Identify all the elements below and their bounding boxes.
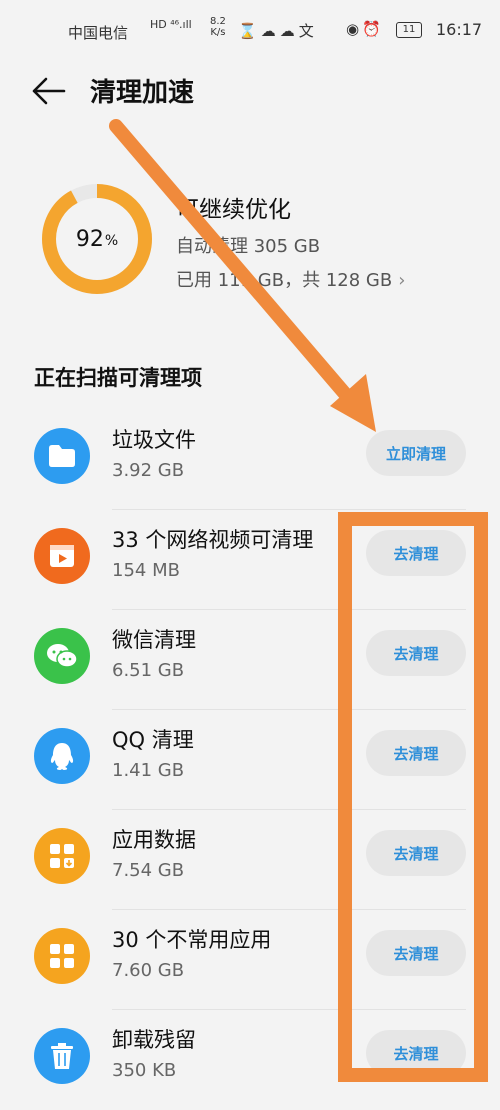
chevron-right-icon: › xyxy=(398,270,406,291)
translate-icon: 文 xyxy=(298,22,318,40)
item-size: 1.41 GB xyxy=(112,760,185,781)
go-clean-button[interactable]: 去清理 xyxy=(366,530,466,576)
cleanup-list: 垃圾文件 3.92 GB 立即清理 33 个网络视频可清理 154 MB 去清理… xyxy=(0,410,500,1110)
item-name: 卸载残留 xyxy=(112,1028,196,1052)
usage-percent: 92 xyxy=(75,226,104,252)
clean-now-button[interactable]: 立即清理 xyxy=(366,430,466,476)
cloud-icon: ☁ xyxy=(260,22,280,40)
carrier-label: 中国电信 xyxy=(68,24,129,42)
storage-usage: 已用 119 GB，共 128 GB › xyxy=(176,266,405,292)
item-size: 7.60 GB xyxy=(112,960,185,981)
alarm-icon: ⏰ xyxy=(362,20,384,38)
network-indicator: HD ⁴⁶.ıll xyxy=(150,18,192,31)
item-name: 应用数据 xyxy=(112,828,196,852)
go-clean-button[interactable]: 去清理 xyxy=(366,730,466,776)
list-item[interactable]: 应用数据 7.54 GB 去清理 xyxy=(0,810,500,910)
qq-icon xyxy=(34,728,90,784)
list-item[interactable]: 垃圾文件 3.92 GB 立即清理 xyxy=(0,410,500,510)
list-item[interactable]: 30 个不常用应用 7.60 GB 去清理 xyxy=(0,910,500,1010)
video-icon xyxy=(34,528,90,584)
wechat-icon xyxy=(34,628,90,684)
apps-grid-icon xyxy=(34,928,90,984)
list-item[interactable]: 微信清理 6.51 GB 去清理 xyxy=(0,610,500,710)
go-clean-button[interactable]: 去清理 xyxy=(366,1030,466,1076)
go-clean-button[interactable]: 去清理 xyxy=(366,630,466,676)
go-clean-button[interactable]: 去清理 xyxy=(366,830,466,876)
item-size: 3.92 GB xyxy=(112,460,185,481)
clock: 16:17 xyxy=(436,20,483,39)
list-item[interactable]: QQ 清理 1.41 GB 去清理 xyxy=(0,710,500,810)
percent-sign: % xyxy=(104,233,119,249)
status-right-icons: ◉⏰ xyxy=(346,20,384,38)
section-title: 正在扫描可清理项 xyxy=(34,366,202,390)
go-clean-button[interactable]: 去清理 xyxy=(366,930,466,976)
folder-icon xyxy=(34,428,90,484)
network-speed: 8.2 K/s xyxy=(210,16,226,38)
usage-text: 已用 119 GB，共 128 GB xyxy=(176,270,393,291)
list-item[interactable]: 33 个网络视频可清理 154 MB 去清理 xyxy=(0,510,500,610)
speed-unit: K/s xyxy=(210,27,226,38)
storage-ring[interactable]: 92% xyxy=(40,182,154,296)
status-bar: 中国电信 HD ⁴⁶.ıll 8.2 K/s ⌛☁☁文 ◉⏰ 11 16:17 xyxy=(0,0,500,60)
item-name: 33 个网络视频可清理 xyxy=(112,528,314,552)
cloud-upload-icon: ☁ xyxy=(279,22,299,40)
item-name: 微信清理 xyxy=(112,628,196,652)
item-name: QQ 清理 xyxy=(112,728,194,752)
speed-value: 8.2 xyxy=(210,16,226,27)
ring-label: 92% xyxy=(40,182,154,296)
item-name: 垃圾文件 xyxy=(112,428,196,452)
list-item[interactable]: 卸载残留 350 KB 去清理 xyxy=(0,1010,500,1110)
storage-summary[interactable]: 可继续优化 自动清理 305 GB 已用 119 GB，共 128 GB › xyxy=(176,190,405,292)
auto-clean-label: 自动清理 305 GB xyxy=(176,236,321,257)
trash-icon xyxy=(34,1028,90,1084)
hourglass-icon: ⌛ xyxy=(238,22,261,40)
item-size: 6.51 GB xyxy=(112,660,185,681)
item-name: 30 个不常用应用 xyxy=(112,928,272,952)
app-header: 清理加速 xyxy=(0,60,500,124)
back-arrow-icon[interactable] xyxy=(30,76,66,106)
app-data-icon xyxy=(34,828,90,884)
item-size: 7.54 GB xyxy=(112,860,185,881)
eye-icon: ◉ xyxy=(346,20,363,38)
page-title: 清理加速 xyxy=(90,78,195,108)
item-size: 350 KB xyxy=(112,1060,177,1081)
status-icons: ⌛☁☁文 xyxy=(238,20,318,41)
item-size: 154 MB xyxy=(112,560,180,581)
battery-icon: 11 xyxy=(396,22,422,38)
summary-title: 可继续优化 xyxy=(176,197,291,223)
